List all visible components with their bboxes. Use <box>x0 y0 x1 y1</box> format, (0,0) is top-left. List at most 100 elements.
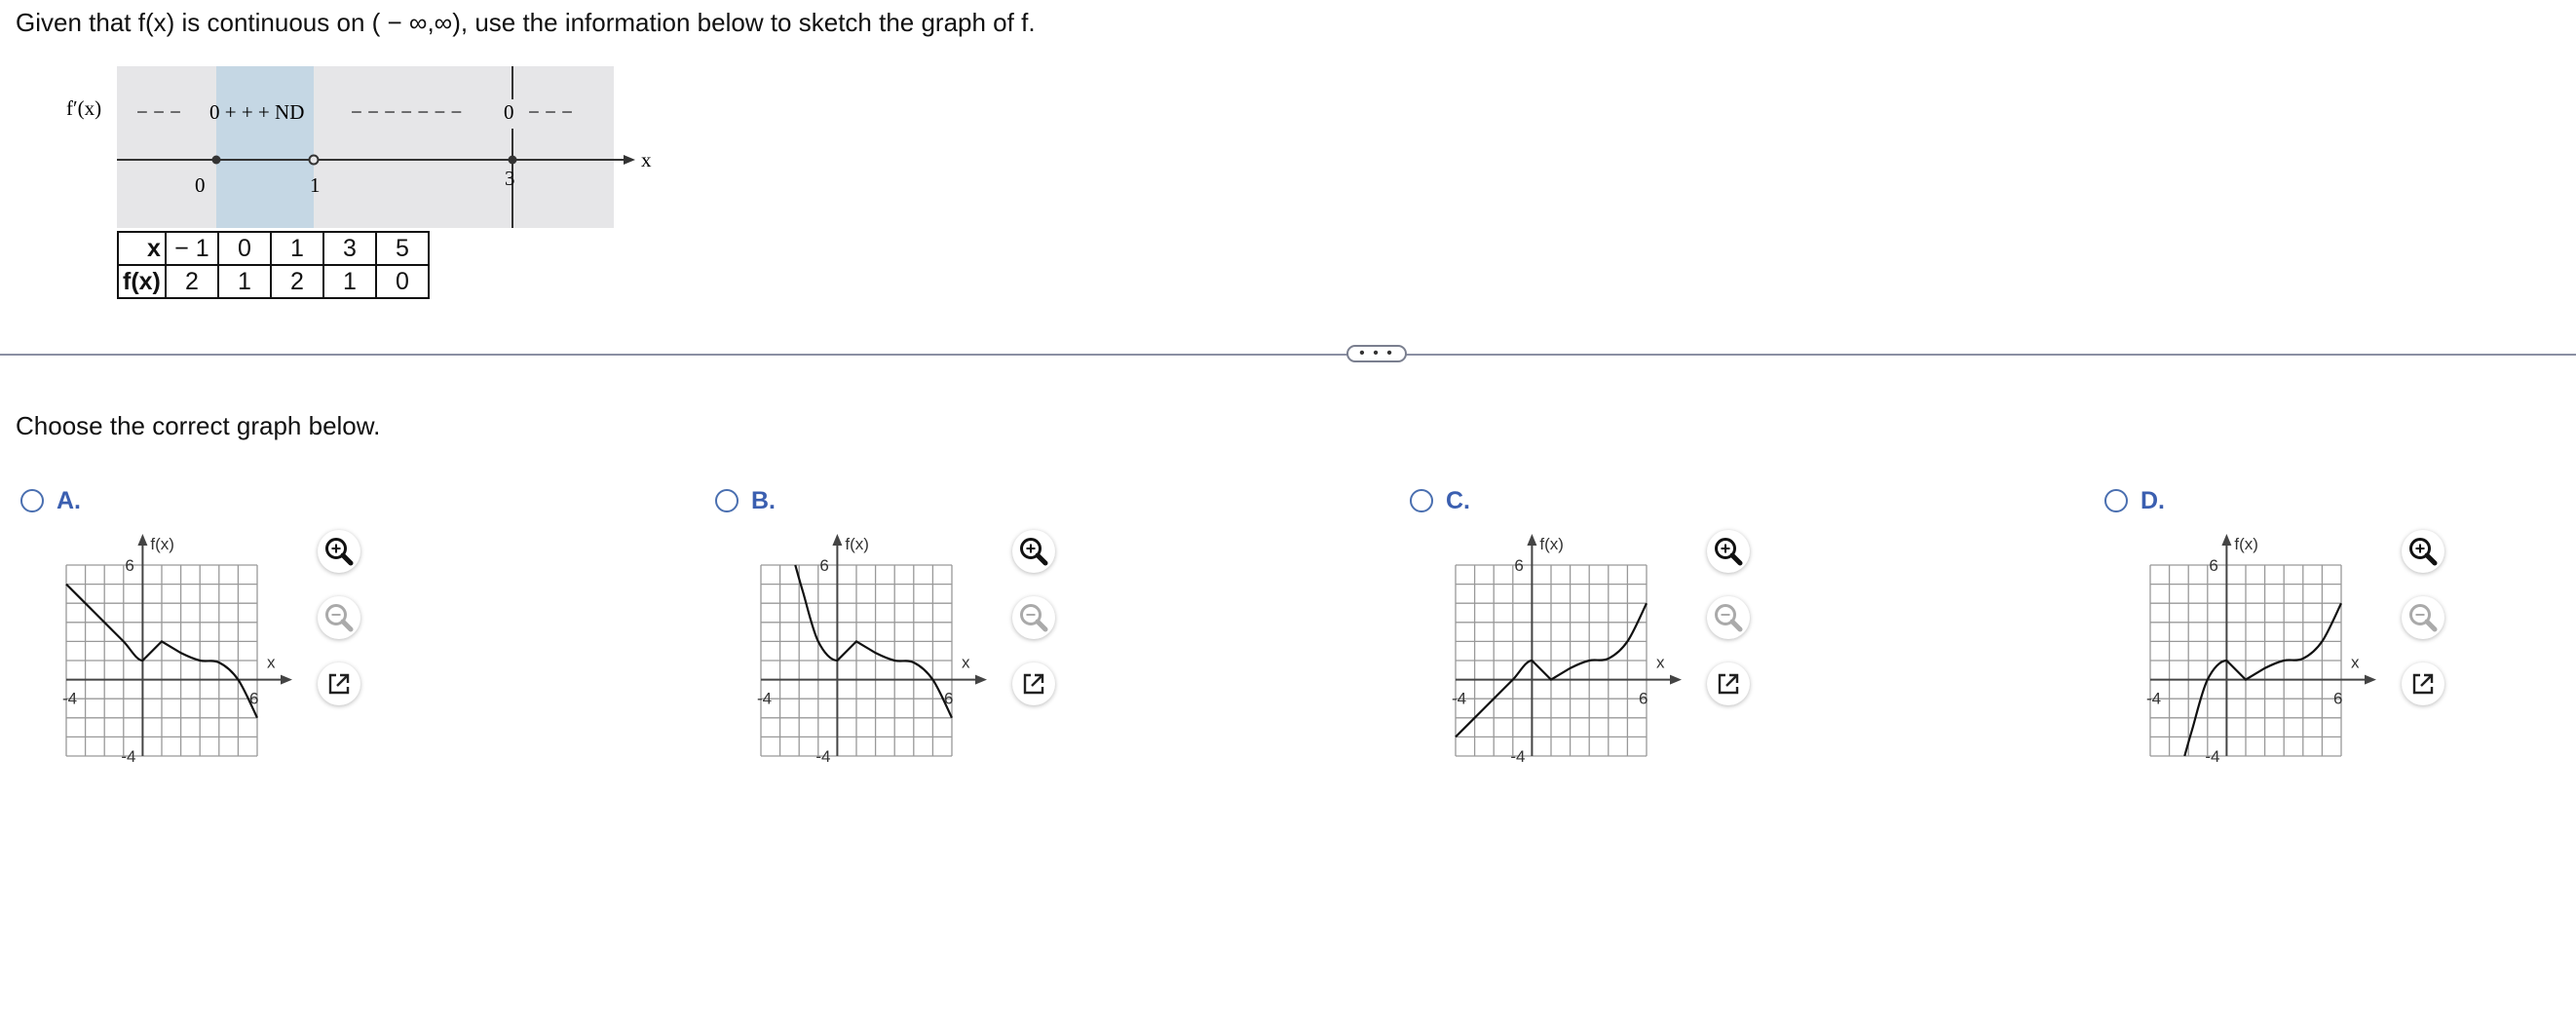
axis-arrow <box>624 155 635 165</box>
option-b: B. f(x) x -4 6 6 -4 <box>712 485 1102 777</box>
tick-label-ymax: 6 <box>2209 556 2217 575</box>
tick-label-ymin: -4 <box>121 747 135 766</box>
axis-x-label: x <box>641 148 652 171</box>
table-cell: 3 <box>322 231 377 266</box>
expand-more-button[interactable]: • • • <box>1346 345 1407 362</box>
graph-option-a: f(x)x-4 66-4 <box>62 534 292 766</box>
table-row-fx: f(x) 2 1 2 1 0 <box>117 264 430 299</box>
open-external-icon <box>1023 673 1044 695</box>
zoom-out-icon <box>325 604 354 632</box>
tick-label-ymax: 6 <box>1514 556 1523 575</box>
y-axis-label: f(x) <box>845 535 869 553</box>
radio-option-c[interactable] <box>1410 489 1433 512</box>
option-c: C. f(x) x -4 6 6 -4 <box>1407 485 1797 777</box>
y-axis-arrow <box>137 534 148 546</box>
open-graph-button[interactable] <box>1012 662 1055 705</box>
y-axis-arrow <box>832 534 843 546</box>
x-axis-arrow <box>1670 674 1682 685</box>
zoom-in-button[interactable] <box>318 530 360 573</box>
question-text: Given that f(x) is continuous on ( − ∞,∞… <box>16 8 1036 37</box>
open-external-icon <box>2412 673 2434 695</box>
zoom-out-icon <box>2409 604 2438 632</box>
table-header-x: x <box>117 231 167 266</box>
x-axis-arrow <box>2365 674 2376 685</box>
sign-segment-4: 0 <box>504 100 514 124</box>
option-a: A. f(x) x -4 6 6 -4 <box>18 485 407 777</box>
sign-chart-background <box>117 66 614 228</box>
open-graph-button[interactable] <box>2402 662 2444 705</box>
zoom-in-button[interactable] <box>1707 530 1750 573</box>
zoom-in-button[interactable] <box>2402 530 2444 573</box>
zoom-out-icon <box>1020 604 1048 632</box>
tick-label-ymin: -4 <box>815 747 830 766</box>
derivative-sign-chart: f′(x) − − − 0 + + + ND − − − − − − − 0 −… <box>66 66 652 228</box>
marker-0: 0 <box>195 173 206 197</box>
table-cell: 1 <box>269 231 324 266</box>
graph-option-c: f(x) x -4 6 6 -4 <box>1452 534 1682 766</box>
y-axis-label: f(x) <box>1539 535 1564 553</box>
graph-option-d: f(x) x -4 6 6 -4 <box>2146 534 2376 766</box>
prompt-text: Choose the correct graph below. <box>16 411 381 440</box>
tick-label-ymax: 6 <box>819 556 828 575</box>
radio-option-b[interactable] <box>715 489 739 512</box>
option-d: D. f(x) x -4 6 6 -4 <box>2102 485 2491 777</box>
option-letter[interactable]: A. <box>57 487 81 515</box>
table-cell: 5 <box>374 231 430 266</box>
value-table: x − 1 0 1 3 5 f(x) 2 1 2 1 0 <box>117 231 430 299</box>
sign-segment-3: − − − − − − − <box>351 100 462 124</box>
y-axis-label: f(x) <box>2234 535 2258 553</box>
tick-label-xmin: -4 <box>1452 690 1466 708</box>
table-cell: 2 <box>164 264 219 299</box>
radio-option-d[interactable] <box>2104 489 2128 512</box>
tick-label-ymax: 6 <box>125 556 133 575</box>
table-cell: − 1 <box>164 231 219 266</box>
table-row-x: x − 1 0 1 3 5 <box>117 231 430 266</box>
zoom-in-icon <box>2409 538 2438 566</box>
table-cell: 0 <box>374 264 430 299</box>
fprime-label: f′(x) <box>66 96 101 120</box>
graph-option-b: f(x)x-4 66-4 <box>757 534 987 766</box>
zoom-in-button[interactable] <box>1012 530 1055 573</box>
y-axis-label: f(x) <box>150 535 174 553</box>
open-point-1 <box>308 154 320 166</box>
x-axis-label: x <box>2351 654 2360 672</box>
shaded-interval <box>216 66 314 228</box>
zoom-out-button[interactable] <box>1012 596 1055 639</box>
closed-point-3 <box>508 155 517 165</box>
sign-segment-2: 0 + + + ND <box>209 100 304 124</box>
tick-label-ymin: -4 <box>2205 747 2219 766</box>
sign-segment-5: − − − <box>528 100 573 124</box>
zoom-out-icon <box>1715 604 1743 632</box>
option-letter[interactable]: B. <box>751 487 776 515</box>
zoom-out-button[interactable] <box>2402 596 2444 639</box>
table-cell: 1 <box>216 264 272 299</box>
closed-point-0 <box>211 155 221 165</box>
sign-segment-1: − − − <box>136 100 181 124</box>
zoom-out-button[interactable] <box>1707 596 1750 639</box>
option-letter[interactable]: C. <box>1446 487 1470 515</box>
table-cell: 0 <box>216 231 272 266</box>
tick-label-xmax: 6 <box>2333 690 2342 708</box>
x-axis-arrow <box>281 674 292 685</box>
open-external-icon <box>328 673 350 695</box>
radio-option-a[interactable] <box>20 489 44 512</box>
tick-label-xmin: -4 <box>62 690 77 708</box>
table-cell: 1 <box>322 264 377 299</box>
tick-label-xmin: -4 <box>757 690 772 708</box>
section-divider <box>0 354 2576 356</box>
tick-label-ymin: -4 <box>1510 747 1525 766</box>
zoom-out-button[interactable] <box>318 596 360 639</box>
open-graph-button[interactable] <box>318 662 360 705</box>
tick-label-xmin: -4 <box>2146 690 2161 708</box>
marker-1: 1 <box>310 173 321 197</box>
x-axis-label: x <box>267 654 276 672</box>
table-cell: 2 <box>269 264 324 299</box>
y-axis-arrow <box>1527 534 1537 546</box>
open-graph-button[interactable] <box>1707 662 1750 705</box>
x-axis-arrow <box>975 674 987 685</box>
zoom-in-icon <box>1020 538 1048 566</box>
open-external-icon <box>1718 673 1739 695</box>
option-letter[interactable]: D. <box>2140 487 2165 515</box>
y-axis-arrow <box>2221 534 2232 546</box>
x-axis-label: x <box>1656 654 1665 672</box>
